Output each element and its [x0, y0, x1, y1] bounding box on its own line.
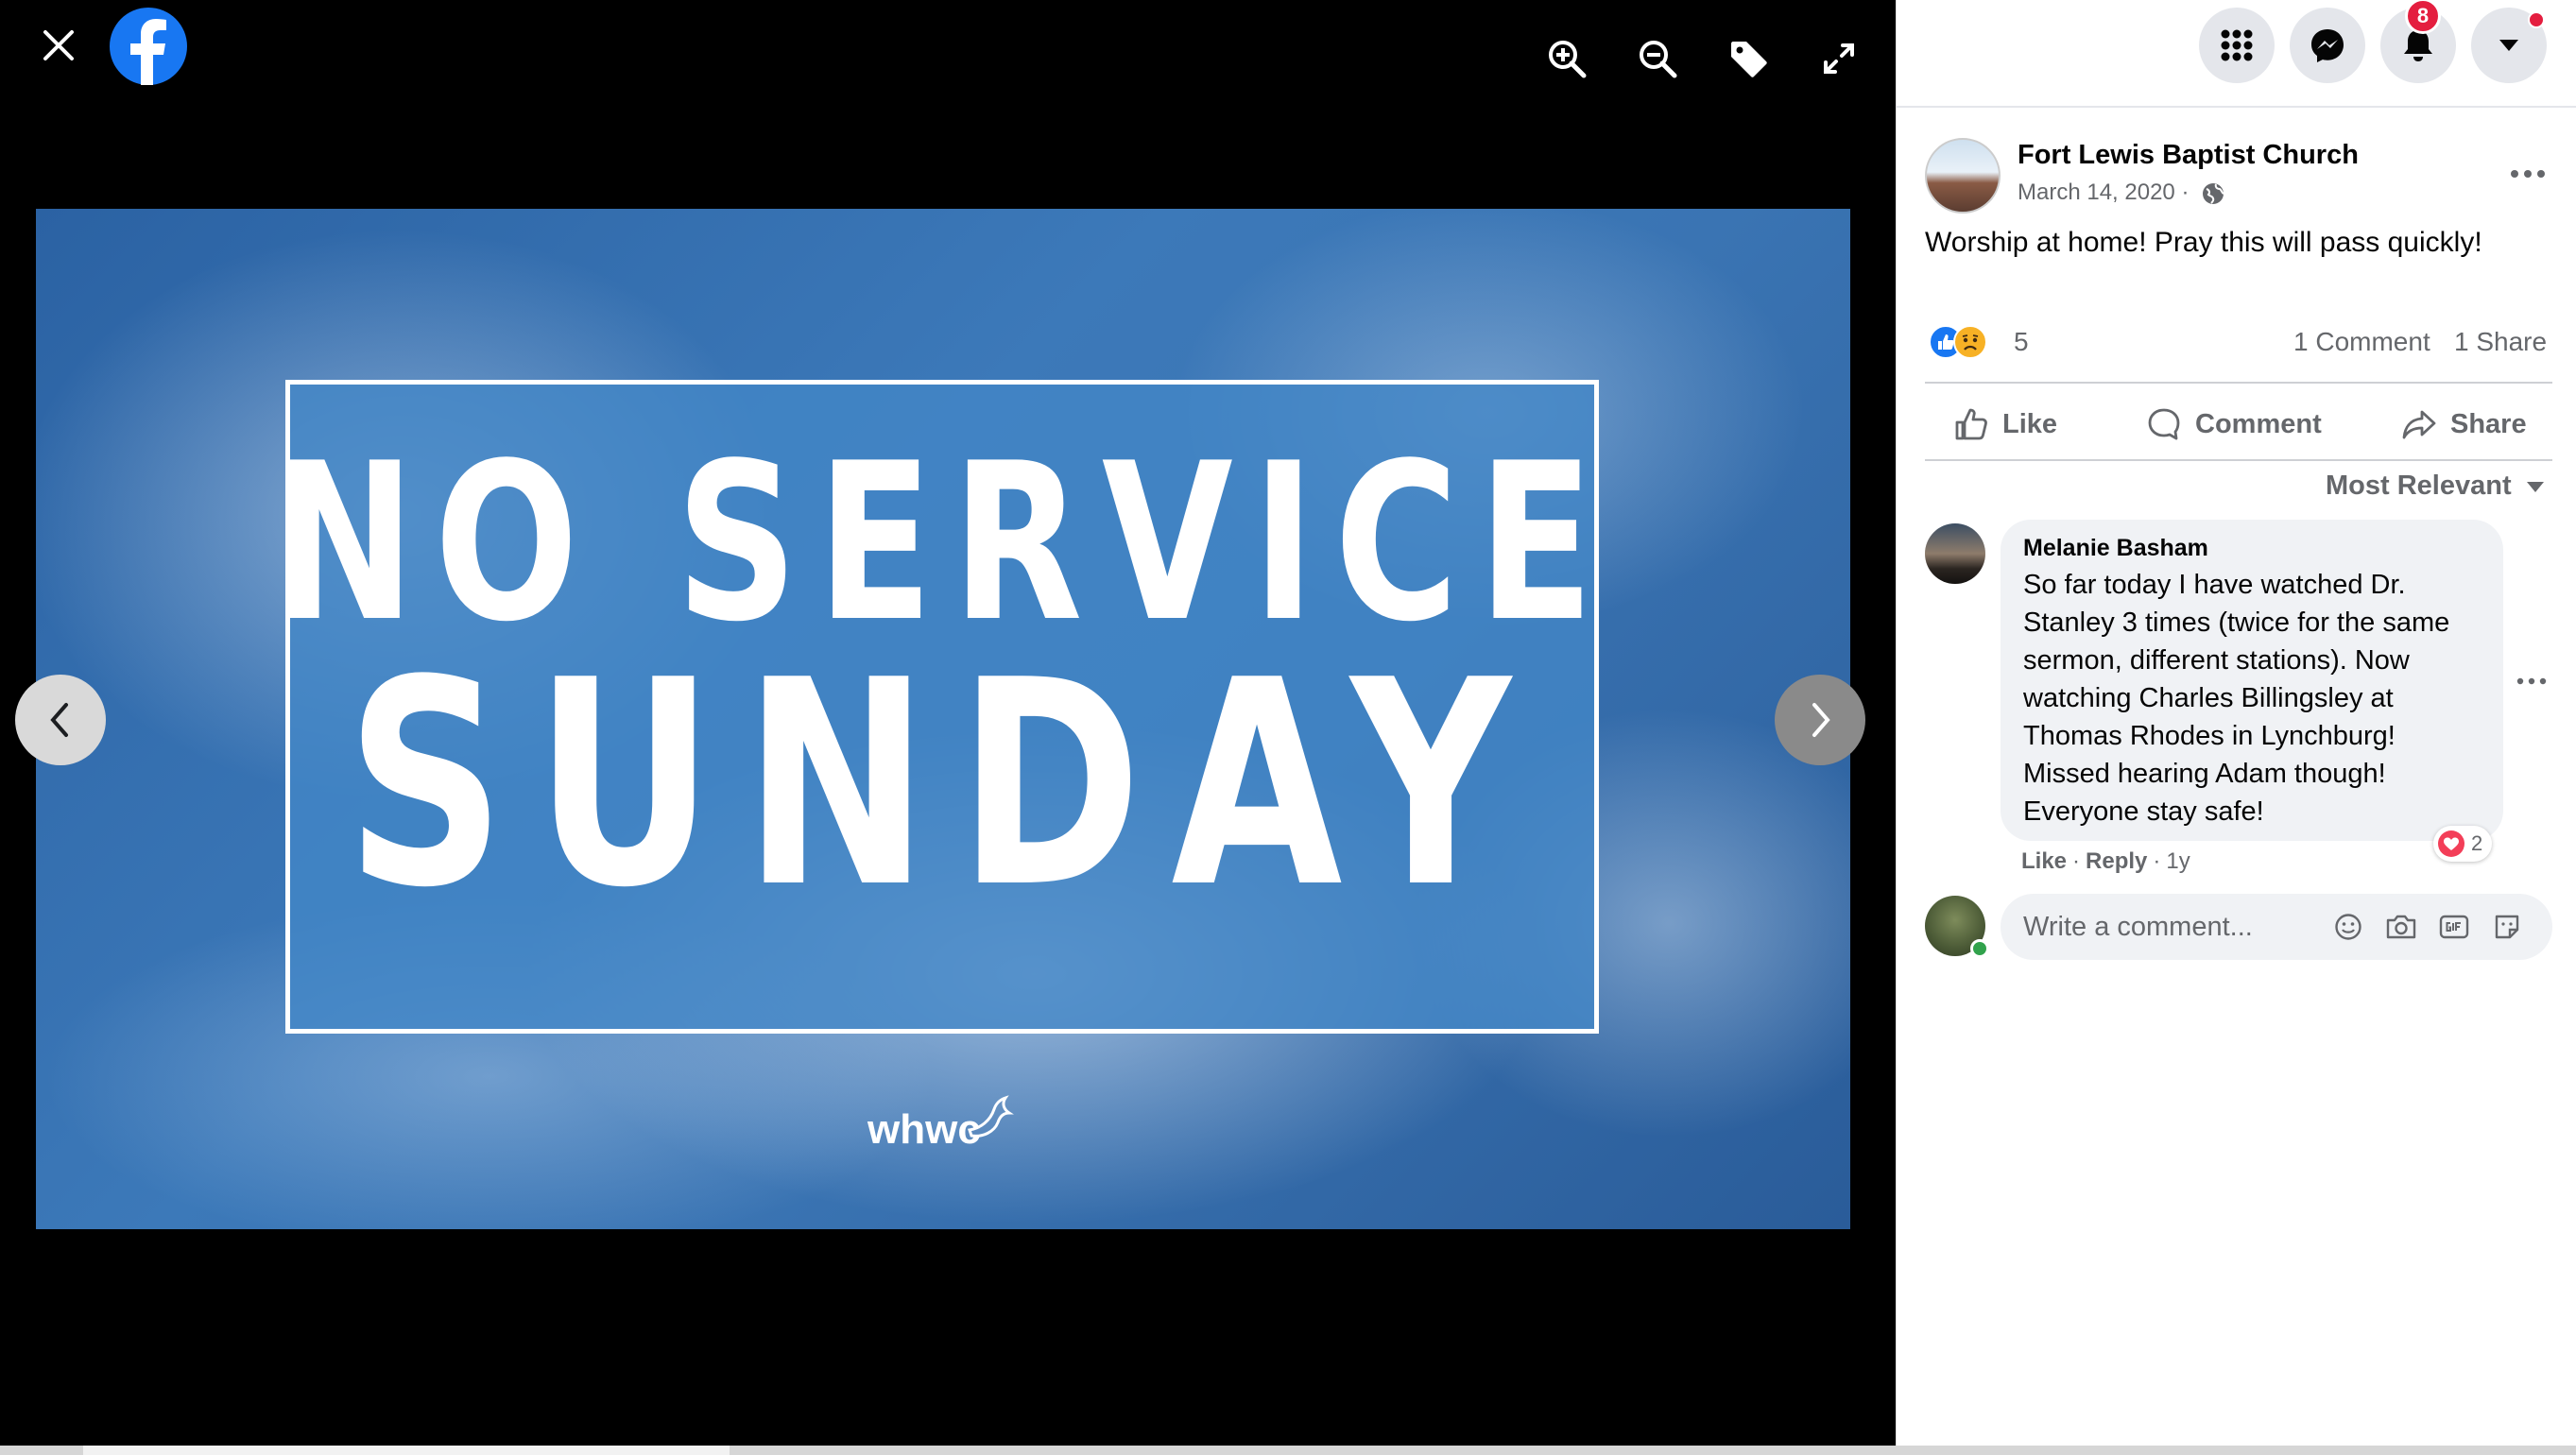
close-icon[interactable] [34, 21, 83, 70]
messenger-button[interactable] [2290, 8, 2365, 83]
caret-down-icon [2526, 481, 2544, 492]
zoom-out-icon[interactable] [1631, 32, 1684, 85]
comment-icon [2148, 408, 2180, 440]
online-status-dot [1970, 939, 1989, 958]
commenter-name-link[interactable]: Melanie Basham [2023, 535, 2481, 562]
heart-reaction-icon [2438, 830, 2464, 857]
nav-divider [1897, 106, 2576, 108]
comment-button[interactable]: Comment [2146, 397, 2322, 452]
commenter-avatar[interactable] [1925, 523, 1985, 584]
fullscreen-icon[interactable] [1812, 32, 1865, 85]
comment-text: So far today I have watched Dr. Stanley … [2023, 570, 2450, 827]
facebook-logo-icon[interactable] [110, 8, 187, 85]
comment-reaction-summary[interactable]: 2 [2433, 826, 2493, 862]
gif-icon[interactable] [2433, 906, 2475, 948]
more-horizontal-icon [2516, 677, 2547, 685]
separator-dot: · [2153, 848, 2161, 874]
comment-count-link[interactable]: 1 Comment [2293, 327, 2430, 357]
caret-down-icon [2499, 40, 2518, 51]
comment-age[interactable]: 1y [2166, 848, 2190, 875]
photo-viewer: NO SERVICE SUNDAY whwc [0, 0, 1896, 1446]
share-button[interactable]: Share [2401, 397, 2527, 452]
photo-headline-line2: SUNDAY [346, 620, 1540, 950]
comment-composer [2001, 894, 2552, 960]
comment-reply-link[interactable]: Reply [2086, 848, 2147, 875]
reaction-count[interactable]: 5 [2014, 327, 2029, 357]
globe-icon [2203, 183, 2224, 204]
more-horizontal-icon [2511, 170, 2545, 178]
chevron-right-icon [1812, 703, 1830, 737]
scrollbar-thumb[interactable] [83, 1446, 730, 1455]
sad-reaction-icon[interactable] [1953, 325, 1987, 359]
like-button[interactable]: Like [1953, 397, 2057, 452]
grid-menu-icon [2221, 29, 2253, 61]
comment-sort-button[interactable]: Most Relevant [2326, 471, 2546, 502]
comment-reaction-count: 2 [2471, 831, 2483, 855]
post-text: Worship at home! Pray this will pass qui… [1925, 227, 2482, 258]
tag-icon[interactable] [1722, 32, 1775, 85]
previous-photo-button[interactable] [15, 675, 106, 765]
separator-dot: · [2072, 848, 2081, 874]
dove-icon [968, 1095, 1014, 1138]
sticker-icon[interactable] [2486, 906, 2528, 948]
account-alert-dot [2528, 11, 2545, 28]
comment-more-options-button[interactable] [2511, 667, 2552, 695]
comment-like-link[interactable]: Like [2021, 848, 2067, 875]
comment-input[interactable] [2023, 911, 2316, 943]
divider [1925, 459, 2552, 461]
camera-icon[interactable] [2380, 906, 2422, 948]
divider [1925, 382, 2552, 384]
share-count-link[interactable]: 1 Share [2454, 327, 2547, 357]
comment-sort-label: Most Relevant [2326, 471, 2512, 501]
menu-button[interactable] [2199, 8, 2275, 83]
chevron-left-icon [50, 703, 68, 737]
horizontal-scrollbar[interactable] [0, 1446, 2576, 1455]
post-photo: NO SERVICE SUNDAY whwc [36, 209, 1850, 1229]
zoom-in-icon[interactable] [1540, 32, 1593, 85]
next-photo-button[interactable] [1775, 675, 1865, 765]
share-button-label: Share [2450, 408, 2527, 439]
page-name-link[interactable]: Fort Lewis Baptist Church [2018, 140, 2359, 171]
like-button-label: Like [2002, 408, 2058, 439]
share-icon [2402, 410, 2436, 439]
comment-button-label: Comment [2195, 408, 2322, 439]
messenger-icon [2311, 29, 2344, 62]
comment-bubble: Melanie Basham So far today I have watch… [2001, 520, 2503, 841]
thumbs-up-icon [1955, 408, 1987, 440]
page-avatar[interactable] [1925, 138, 2001, 214]
comment-actions: Like · Reply · 1y [2021, 848, 2190, 875]
emoji-icon[interactable] [2327, 906, 2369, 948]
post-side-panel: 8 Fort Lewis Baptist Church March 14, 20… [1896, 0, 2576, 1446]
post-more-options-button[interactable] [2501, 157, 2554, 191]
post-date[interactable]: March 14, 2020 · [2018, 180, 2189, 206]
